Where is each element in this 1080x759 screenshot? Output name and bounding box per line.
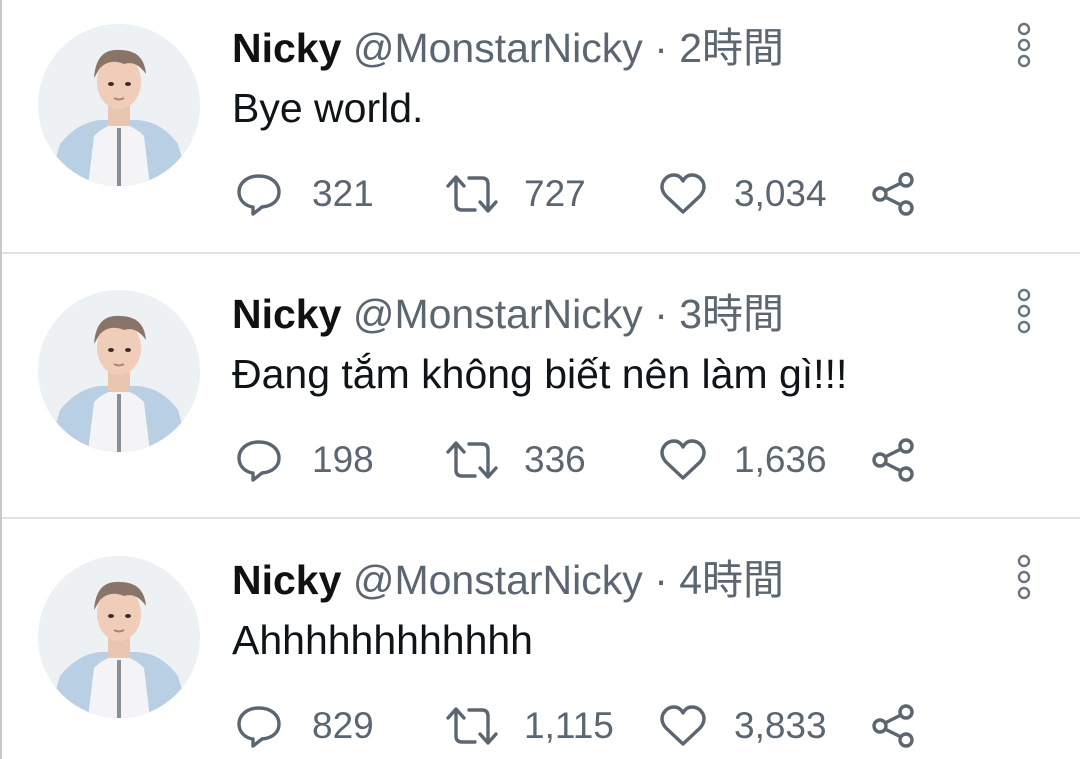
tweet[interactable]: Nicky @MonstarNicky · 4時間 Ahhhhhhhhhhhh … — [2, 532, 1080, 759]
retweet-icon — [446, 707, 498, 745]
like-count: 3,833 — [734, 705, 827, 746]
user-handle[interactable]: @MonstarNicky — [353, 291, 643, 337]
divider — [2, 252, 1080, 254]
reply-button[interactable]: 198 — [234, 434, 374, 486]
retweet-count: 336 — [524, 439, 586, 480]
timestamp[interactable]: 3時間 — [679, 291, 784, 337]
like-count: 3,034 — [734, 173, 827, 214]
retweet-button[interactable]: 727 — [444, 168, 586, 220]
more-options-icon[interactable] — [1012, 288, 1036, 334]
more-options-icon[interactable] — [1012, 22, 1036, 68]
tweet-text: Đang tắm không biết nên làm gì!!! — [232, 351, 848, 397]
share-button[interactable] — [870, 434, 918, 486]
like-button[interactable]: 3,034 — [658, 168, 827, 220]
user-handle[interactable]: @MonstarNicky — [353, 25, 643, 71]
retweet-count: 727 — [524, 173, 586, 214]
share-icon — [872, 172, 914, 216]
timestamp[interactable]: 2時間 — [679, 25, 784, 71]
retweet-icon — [446, 175, 498, 213]
like-button[interactable]: 3,833 — [658, 700, 827, 752]
reply-button[interactable]: 321 — [234, 168, 374, 220]
heart-icon — [660, 439, 706, 480]
tweet-actions: 829 1,115 3,833 — [234, 700, 934, 752]
tweet-feed: Nicky @MonstarNicky · 2時間 Bye world. 321 — [0, 0, 1080, 759]
reply-icon — [237, 706, 281, 748]
retweet-button[interactable]: 1,115 — [444, 700, 614, 752]
reply-count: 321 — [312, 173, 374, 214]
separator-dot: · — [654, 25, 668, 71]
more-options-icon[interactable] — [1012, 554, 1036, 600]
tweet-actions: 198 336 1,636 — [234, 434, 934, 486]
heart-icon — [660, 173, 706, 214]
separator-dot: · — [654, 291, 668, 337]
user-handle[interactable]: @MonstarNicky — [353, 557, 643, 603]
display-name[interactable]: Nicky — [232, 557, 341, 603]
tweet-text: Bye world. — [232, 85, 424, 131]
reply-button[interactable]: 829 — [234, 700, 374, 752]
reply-icon — [237, 174, 281, 216]
like-count: 1,636 — [734, 439, 827, 480]
timestamp[interactable]: 4時間 — [679, 557, 784, 603]
tweet[interactable]: Nicky @MonstarNicky · 3時間 Đang tắm không… — [2, 266, 1080, 519]
reply-count: 198 — [312, 439, 374, 480]
retweet-icon — [446, 441, 498, 479]
reply-count: 829 — [312, 705, 374, 746]
retweet-button[interactable]: 336 — [444, 434, 586, 486]
tweet-header: Nicky @MonstarNicky · 4時間 — [232, 556, 784, 604]
tweet[interactable]: Nicky @MonstarNicky · 2時間 Bye world. 321 — [2, 0, 1080, 253]
separator-dot: · — [654, 557, 668, 603]
reply-icon — [237, 440, 281, 482]
tweet-header: Nicky @MonstarNicky · 2時間 — [232, 24, 784, 72]
share-icon — [872, 704, 914, 748]
display-name[interactable]: Nicky — [232, 25, 341, 71]
retweet-count: 1,115 — [524, 705, 614, 746]
display-name[interactable]: Nicky — [232, 291, 341, 337]
divider — [2, 517, 1080, 519]
avatar[interactable] — [38, 290, 200, 452]
like-button[interactable]: 1,636 — [658, 434, 827, 486]
heart-icon — [660, 705, 706, 746]
avatar[interactable] — [38, 24, 200, 186]
tweet-text: Ahhhhhhhhhhhh — [232, 617, 533, 663]
tweet-header: Nicky @MonstarNicky · 3時間 — [232, 290, 784, 338]
share-icon — [872, 438, 914, 482]
avatar[interactable] — [38, 556, 200, 718]
share-button[interactable] — [870, 700, 918, 752]
tweet-actions: 321 727 3,034 — [234, 168, 934, 220]
share-button[interactable] — [870, 168, 918, 220]
